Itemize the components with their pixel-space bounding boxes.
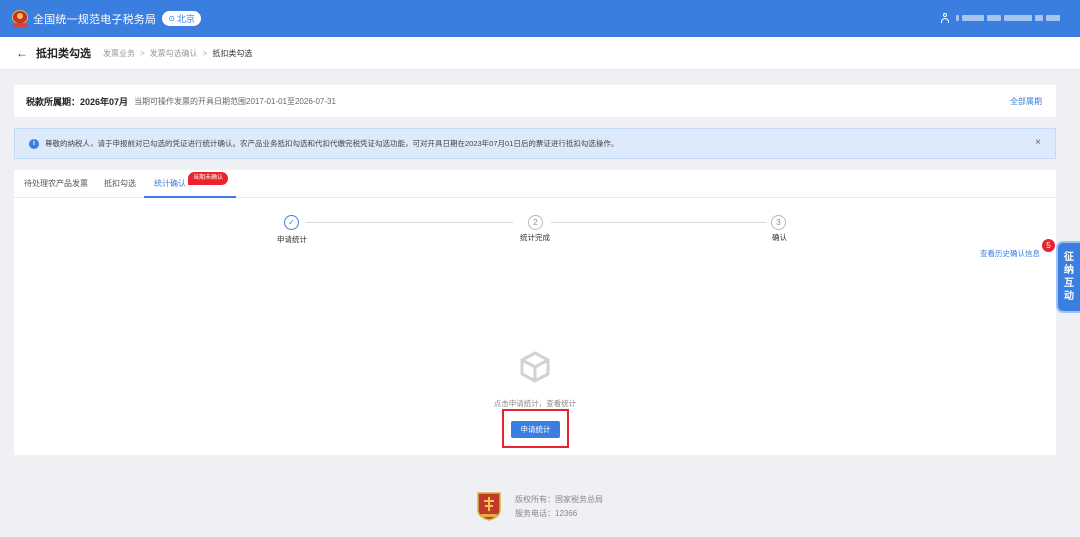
close-icon[interactable]: × [1035,137,1041,148]
tax-emblem-icon [12,9,28,28]
service-hotline-text: 服务电话：12366 [515,509,578,518]
widget-char: 互 [1064,278,1074,289]
info-icon: i [29,138,39,149]
site-title: 全国统一规范电子税务局 [33,13,157,26]
step-1-label: 申请统计 [277,235,307,244]
status-badge: 当期未确认 [188,172,229,185]
period-value: 2026年07月 [80,96,129,107]
period-range-text: 当期可操作发票的开具日期范围2017-01-01至2026-07-31 [134,96,336,106]
user-account[interactable] [940,13,1060,23]
main-content-card: 待处理农产品发票 抵扣勾选 统计确认 当期未确认 ✓ 2 3 申请统计 统计完成… [14,170,1056,455]
step-2-label: 统计完成 [520,233,550,242]
highlight-annotation-box [502,409,569,448]
step-3-label: 确认 [772,233,787,242]
user-icon [940,13,950,23]
location-pin-icon: ⊙ [168,14,175,23]
breadcrumb-item-current: 抵扣类勾选 [212,48,253,58]
breadcrumb-item-invoice-business[interactable]: 发票业务 [103,48,135,59]
step-3-circle: 3 [771,215,786,230]
widget-char: 征 [1064,252,1074,263]
user-name-redacted [956,15,1060,21]
widget-char: 纳 [1064,265,1074,276]
all-periods-link[interactable]: 全部属期 [1010,96,1042,107]
page-footer: 版权所有：国家税务总局 服务电话：12366 [0,480,1080,537]
notice-banner: i 尊敬的纳税人，请于申报前对已勾选的凭证进行统计确认。农产品业务抵扣勾选和代扣… [14,128,1056,159]
breadcrumb-item-invoice-confirm[interactable]: 发票勾选确认 [150,48,198,59]
copyright-text: 版权所有：国家税务总局 [515,495,603,504]
tab-bar: 待处理农产品发票 抵扣勾选 统计确认 当期未确认 [14,170,1056,198]
empty-state-text: 点击申请统计，查看统计 [493,399,577,408]
view-history-link[interactable]: 查看历史确认信息 [980,248,1040,259]
top-navigation-bar: 全国统一规范电子税务局 ⊙ 北京 [0,0,1080,37]
step-1-check-icon: ✓ [284,215,299,230]
period-label: 税款所属期： [26,96,81,107]
breadcrumb-bar: ← 抵扣类勾选 发票业务 > 发票勾选确认 > 抵扣类勾选 [0,37,1080,70]
step-connector [551,222,766,223]
step-connector [306,222,513,223]
tax-bureau-emblem-icon [477,492,501,521]
tax-period-card: 税款所属期： 2026年07月 当期可操作发票的开具日期范围2017-01-01… [14,85,1056,117]
widget-char: 动 [1064,291,1074,302]
tax-interaction-widget[interactable]: 征 纳 互 动 [1056,241,1080,313]
history-count-badge: 5 [1042,239,1055,252]
region-label: 北京 [176,14,195,24]
tab-pending-agri-invoices[interactable]: 待处理农产品发票 [14,170,98,198]
region-selector[interactable]: ⊙ 北京 [162,11,201,26]
page-title: 抵扣类勾选 [36,48,91,60]
step-2-circle: 2 [528,215,543,230]
breadcrumb-separator: > [202,48,208,58]
breadcrumb-separator: > [140,48,145,58]
empty-box-icon [520,351,550,383]
back-arrow-icon[interactable]: ← [16,46,28,60]
tab-deduction-select[interactable]: 抵扣勾选 [98,170,142,198]
notice-text: 尊敬的纳税人，请于申报前对已勾选的凭证进行统计确认。农产品业务抵扣勾选和代扣代缴… [45,139,619,148]
